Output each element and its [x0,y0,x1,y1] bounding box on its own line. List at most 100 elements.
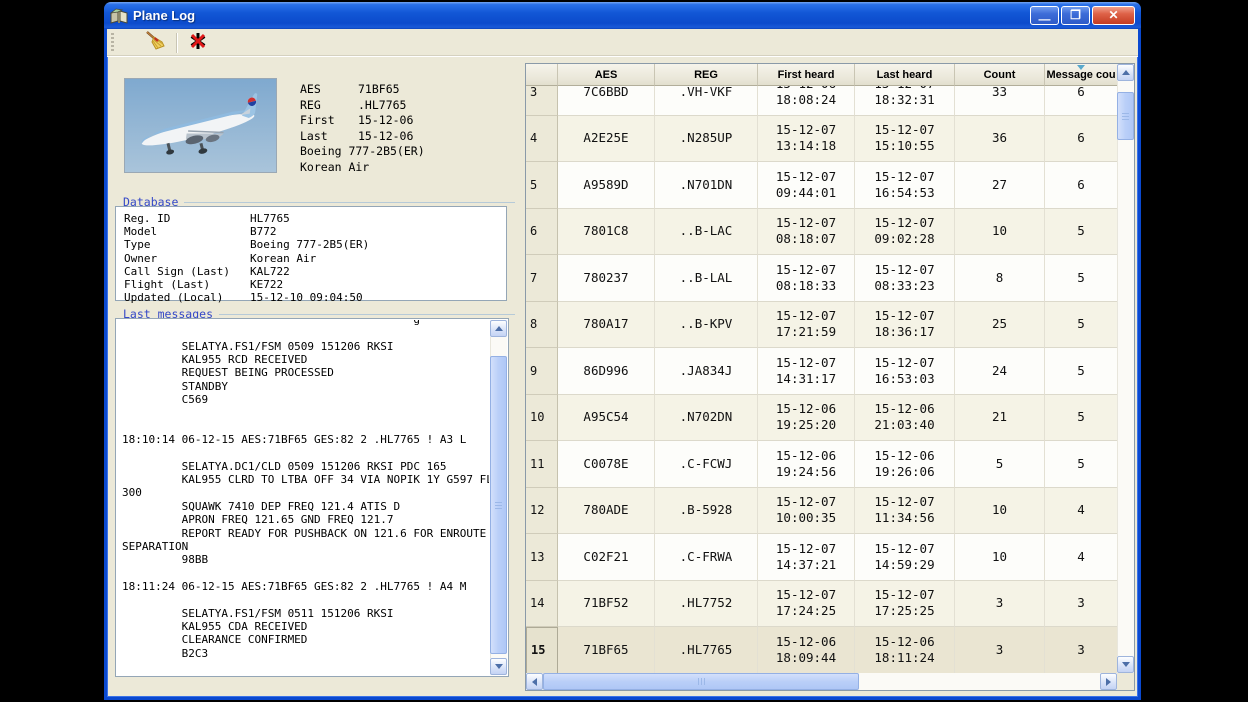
message-line: SELATYA.DC1/CLD 0509 151206 RKSI PDC 165 [122,460,489,473]
table-row[interactable]: 1471BF52.HL775215-12-0717:24:2515-12-071… [526,581,1117,628]
table-cell-datetime: 15-12-0619:26:06 [855,441,955,488]
row-number-header[interactable] [526,64,558,86]
table-cell-message-count: 4 [1045,488,1117,535]
database-field-label: Reg. ID [124,212,250,225]
column-header-label: Message cou [1046,69,1115,81]
table-cell-count: 3 [955,581,1045,628]
database-panel: Reg. IDHL7765ModelB772TypeBoeing 777-2B5… [115,206,507,301]
group-rule [184,202,515,203]
table-row[interactable]: 13C02F21.C-FRWA15-12-0714:37:2115-12-071… [526,534,1117,581]
last-messages-box[interactable]: g SELATYA.FS1/FSM 0509 151206 RKSI KAL95… [115,318,509,677]
table-cell-datetime: 15-12-0621:03:40 [855,395,955,442]
table-row[interactable]: 10A95C54.N702DN15-12-0619:25:2015-12-062… [526,395,1117,442]
clean-log-button[interactable] [140,31,170,55]
toolbar-separator [176,33,177,53]
scroll-down-button[interactable] [490,658,507,675]
table-cell-aes: 780A17 [558,302,655,349]
column-header-reg[interactable]: REG [655,64,758,86]
table-row[interactable]: 12780ADE.B-592815-12-0710:00:3515-12-071… [526,488,1117,535]
message-line: CLEARANCE CONFIRMED [122,633,489,646]
table-row[interactable]: 11C0078E.C-FCWJ15-12-0619:24:5615-12-061… [526,441,1117,488]
scroll-down-button[interactable] [1117,656,1134,673]
database-field-value: Korean Air [250,252,316,265]
scrollbar-thumb[interactable] [1117,92,1134,140]
maximize-button[interactable]: ❐ [1061,6,1090,25]
scroll-up-button[interactable] [1117,64,1134,81]
toolbar-gripper[interactable] [111,33,114,53]
scrollbar-track[interactable] [490,337,507,658]
summary-row: First15-12-06 [300,113,515,129]
table-cell-count: 10 [955,534,1045,581]
row-number-cell: 5 [526,162,558,209]
column-header-aes[interactable]: AES [558,64,655,86]
summary-extra-line: Korean Air [300,160,515,176]
row-number-cell: 15 [526,627,558,673]
scroll-right-button[interactable] [1100,673,1117,690]
table-row[interactable]: 1571BF65.HL776515-12-0618:09:4415-12-061… [526,627,1117,673]
column-header-count[interactable]: Count [955,64,1045,86]
column-header-first-heard[interactable]: First heard [758,64,855,86]
message-line: KAL955 CDA RECEIVED [122,620,489,633]
table-cell-aes: 71BF52 [558,581,655,628]
table-cell-aes: 780237 [558,255,655,302]
table-cell-datetime: 15-12-0709:02:28 [855,209,955,256]
table-cell-datetime: 15-12-0714:31:17 [758,348,855,395]
table-row[interactable]: 5A9589D.N701DN15-12-0709:44:0115-12-0716… [526,162,1117,209]
table-cell-aes: A2E25E [558,116,655,163]
scrollbar-track[interactable] [543,673,1100,690]
summary-row: REG.HL7765 [300,98,515,114]
title-bar[interactable]: Plane Log — ❐ ✕ [104,2,1141,29]
table-cell-count: 3 [955,627,1045,673]
row-number-cell: 7 [526,255,558,302]
table-row[interactable]: 4A2E25E.N285UP15-12-0713:14:1815-12-0715… [526,116,1117,163]
summary-extra-line: Boeing 777-2B5(ER) [300,144,515,160]
column-header-message-cou[interactable]: Message cou [1045,64,1117,86]
column-header-last-heard[interactable]: Last heard [855,64,955,86]
scrollbar-corner [1117,673,1134,690]
column-header-label: AES [595,69,618,81]
column-header-label: Last heard [877,69,933,81]
close-button[interactable]: ✕ [1092,6,1135,25]
table-row[interactable]: 986D996.JA834J15-12-0714:31:1715-12-0716… [526,348,1117,395]
message-line [122,567,489,580]
table-cell-datetime: 15-12-0717:25:25 [855,581,955,628]
table-cell-count: 25 [955,302,1045,349]
summary-value: 15-12-06 [358,129,413,145]
table-cell-aes: C0078E [558,441,655,488]
table-cell-count: 24 [955,348,1045,395]
left-arrow-icon [532,678,537,686]
row-number-cell: 11 [526,441,558,488]
delete-plane-button[interactable] [183,31,213,55]
row-number-cell: 6 [526,209,558,256]
table-row[interactable]: 7780237..B-LAL15-12-0708:18:3315-12-0708… [526,255,1117,302]
table-cell-reg: .HL7765 [655,627,758,673]
table-cell-datetime: 15-12-0618:09:44 [758,627,855,673]
scroll-up-button[interactable] [490,320,507,337]
table-cell-reg: ..B-KPV [655,302,758,349]
table-cell-datetime: 15-12-0619:24:56 [758,441,855,488]
table-cell-message-count: 5 [1045,209,1117,256]
plane-log-window: Plane Log — ❐ ✕ [104,2,1141,700]
table-row[interactable]: 67801C8..B-LAC15-12-0708:18:0715-12-0709… [526,209,1117,256]
table-cell-aes: A95C54 [558,395,655,442]
table-cell-datetime: 15-12-0619:25:20 [758,395,855,442]
scrollbar-thumb[interactable] [490,356,507,654]
table-row[interactable]: 8780A17..B-KPV15-12-0717:21:5915-12-0718… [526,302,1117,349]
table-cell-message-count: 6 [1045,162,1117,209]
summary-value: .HL7765 [358,98,406,114]
database-field-value: 15-12-10 09:04:50 [250,291,363,304]
message-line: 98BB [122,553,489,566]
scroll-left-button[interactable] [526,673,543,690]
database-row: Reg. IDHL7765 [124,212,506,225]
summary-label: AES [300,82,358,98]
column-header-label: First heard [778,69,835,81]
table-cell-reg: ..B-LAL [655,255,758,302]
message-line: 18:11:24 06-12-15 AES:71BF65 GES:82 2 .H… [122,580,489,593]
scrollbar-track[interactable] [1117,81,1134,656]
message-line: KAL955 RCD RECEIVED [122,353,489,366]
row-number-cell: 9 [526,348,558,395]
thumb-grip [701,678,702,685]
row-number-cell: 8 [526,302,558,349]
scrollbar-thumb[interactable] [543,673,859,690]
minimize-button[interactable]: — [1030,6,1059,25]
